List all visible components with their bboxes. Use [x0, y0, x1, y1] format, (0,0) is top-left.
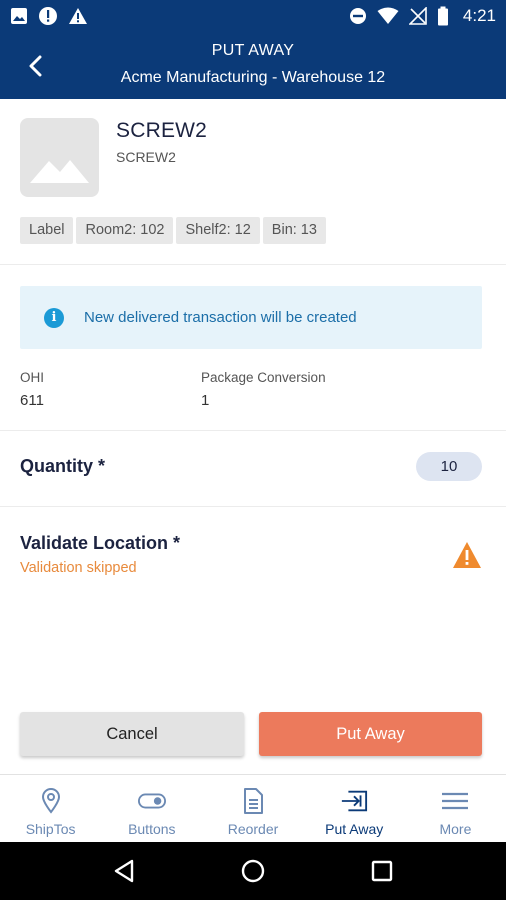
info-icon: i [44, 307, 64, 328]
battery-icon [437, 6, 448, 26]
nav-item-reorder[interactable]: Reorder [202, 775, 303, 842]
no-signal-icon [408, 7, 427, 25]
system-back-button[interactable] [104, 851, 144, 891]
ohi-label: OHI [20, 370, 45, 385]
do-not-disturb-icon [349, 8, 366, 24]
nav-item-buttons[interactable]: Buttons [101, 775, 202, 842]
system-recents-button[interactable] [362, 851, 402, 891]
product-name: SCREW2 [116, 119, 208, 142]
system-nav-bar [0, 842, 506, 900]
bottom-nav: ShipTos Buttons Reorder Put Away More [0, 774, 506, 842]
nav-label-put-away: Put Away [325, 821, 384, 837]
home-circle-icon [241, 859, 265, 883]
document-icon [244, 788, 263, 814]
ohi-value: 611 [20, 392, 44, 409]
tag-room: Room2: 102 [76, 217, 174, 244]
location-pin-icon [41, 788, 60, 814]
image-icon [11, 8, 27, 24]
back-triangle-icon [115, 859, 134, 883]
conversion-value: 1 [201, 392, 210, 409]
menu-icon [442, 792, 469, 810]
toggle-icon [137, 793, 166, 809]
validate-location-label: Validate Location * [20, 533, 181, 553]
divider [0, 430, 506, 431]
nav-label-more: More [439, 821, 472, 837]
page-subtitle: Acme Manufacturing - Warehouse 12 [120, 69, 386, 86]
app-bar: PUT AWAY Acme Manufacturing - Warehouse … [0, 32, 506, 99]
nav-item-more[interactable]: More [405, 775, 506, 842]
page-title: PUT AWAY [211, 42, 295, 59]
nav-item-put-away[interactable]: Put Away [304, 775, 405, 842]
tag-shelf: Shelf2: 12 [176, 217, 260, 244]
alert-circle-icon [39, 7, 57, 25]
info-banner: i New delivered transaction will be crea… [20, 286, 482, 349]
banner-text: New delivered transaction will be create… [84, 309, 357, 326]
quantity-input[interactable]: 10 [416, 452, 482, 481]
product-header: SCREW2 SCREW2 Label Room2: 102 Shelf2: 1… [0, 99, 506, 265]
product-code: SCREW2 [116, 149, 176, 165]
image-placeholder-icon [30, 160, 89, 183]
conversion-label: Package Conversion [201, 370, 326, 385]
recents-square-icon [371, 860, 392, 882]
warning-icon [69, 8, 87, 24]
warning-triangle-icon[interactable] [452, 541, 482, 569]
system-home-button[interactable] [233, 851, 273, 891]
nav-label-buttons: Buttons [128, 821, 176, 837]
tag-label: Label [20, 217, 74, 244]
nav-label-reorder: Reorder [227, 821, 279, 837]
nav-item-shiptos[interactable]: ShipTos [0, 775, 101, 842]
put-away-icon [342, 790, 368, 812]
wifi-icon [377, 7, 399, 24]
cancel-button[interactable]: Cancel [20, 712, 244, 756]
product-image [20, 118, 99, 197]
put-away-button[interactable]: Put Away [259, 712, 482, 756]
nav-label-shiptos: ShipTos [25, 821, 76, 837]
quantity-label: Quantity * [20, 456, 106, 476]
status-time: 4:21 [462, 6, 496, 25]
status-right: 4:21 [349, 6, 496, 26]
validation-status: Validation skipped [20, 560, 137, 576]
tag-bin: Bin: 13 [262, 217, 326, 244]
location-tags: Label Room2: 102 Shelf2: 12 Bin: 13 [20, 217, 326, 244]
status-bar: 4:21 [0, 0, 506, 32]
status-left [10, 6, 88, 26]
divider [0, 506, 506, 507]
